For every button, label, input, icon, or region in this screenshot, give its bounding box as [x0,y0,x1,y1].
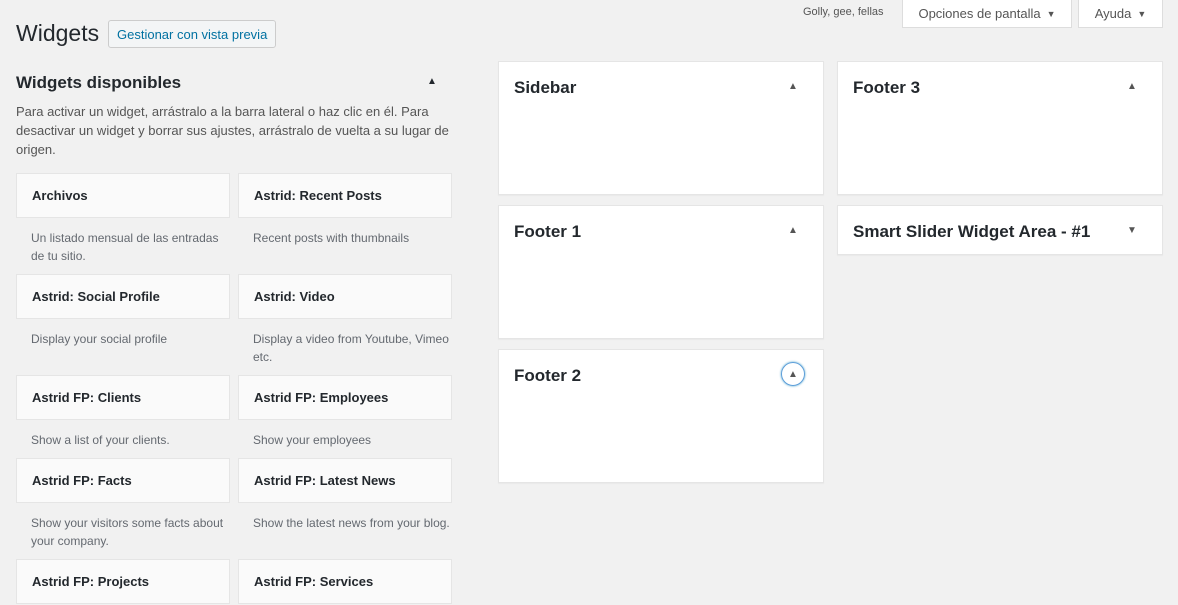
triangle-up-icon[interactable]: ▲ [1120,74,1144,98]
sidebar-title: Footer 1 [514,222,582,241]
widget-astrid-fp-clients[interactable]: Astrid FP: Clients [16,375,230,420]
widget-description: Show a list of your clients. [31,433,170,447]
sidebar-area-smart-slider[interactable]: Smart Slider Widget Area - #1 ▼ [837,205,1163,255]
widget-description: Display a video from Youtube, Vimeo etc. [253,332,449,364]
widget-description: Display your social profile [31,332,168,346]
sidebar-title: Footer 3 [853,78,921,97]
screen-options-label: Opciones de pantalla [918,6,1041,21]
widget-astrid-recent-posts[interactable]: Astrid: Recent Posts [238,173,452,218]
sidebar-area-footer-2[interactable]: Footer 2 ▲ [498,349,824,483]
widget-astrid-fp-employees[interactable]: Astrid FP: Employees [238,375,452,420]
widget-astrid-fp-projects[interactable]: Astrid FP: Projects [16,559,230,604]
triangle-up-icon[interactable]: ▲ [781,218,805,242]
caret-down-icon: ▼ [1046,8,1056,19]
sidebar-area-sidebar[interactable]: Sidebar ▲ [498,61,824,195]
sidebar-title: Footer 2 [514,366,582,385]
user-greeting: Golly, gee, fellas [803,6,884,18]
sidebar-title: Sidebar [514,78,577,97]
page-title: Widgets [16,20,100,46]
widget-astrid-social-profile[interactable]: Astrid: Social Profile [16,274,230,319]
widget-description: Recent posts with thumbnails [253,231,410,245]
sidebar-area-footer-3[interactable]: Footer 3 ▲ [837,61,1163,195]
widget-astrid-fp-facts[interactable]: Astrid FP: Facts [16,458,230,503]
widget-description: Show your employees [253,433,372,447]
widget-description: Show the latest news from your blog. [253,516,450,530]
available-widgets-description: Para activar un widget, arrástralo a la … [16,104,449,157]
sidebar-title: Smart Slider Widget Area - #1 [853,222,1091,241]
widget-astrid-video[interactable]: Astrid: Video [238,274,452,319]
widget-astrid-fp-services[interactable]: Astrid FP: Services [238,559,452,604]
widget-archivos[interactable]: Archivos [16,173,230,218]
help-label: Ayuda [1094,6,1132,21]
triangle-up-icon[interactable]: ▲ [781,74,805,98]
triangle-down-icon[interactable]: ▼ [1120,218,1144,242]
screen-options-button[interactable]: Opciones de pantalla ▼ [902,0,1072,28]
triangle-up-icon[interactable]: ▲ [427,76,437,87]
sidebar-area-footer-1[interactable]: Footer 1 ▲ [498,205,824,339]
available-widgets-title: Widgets disponibles [16,73,182,92]
widget-description: Un listado mensual de las entradas de tu… [31,231,219,263]
widget-astrid-fp-latest-news[interactable]: Astrid FP: Latest News [238,458,452,503]
caret-down-icon: ▼ [1137,8,1147,19]
manage-with-preview-button[interactable]: Gestionar con vista previa [108,20,277,48]
help-button[interactable]: Ayuda ▼ [1078,0,1163,28]
widget-description: Show your visitors some facts about your… [31,516,224,548]
triangle-up-icon[interactable]: ▲ [781,362,805,386]
